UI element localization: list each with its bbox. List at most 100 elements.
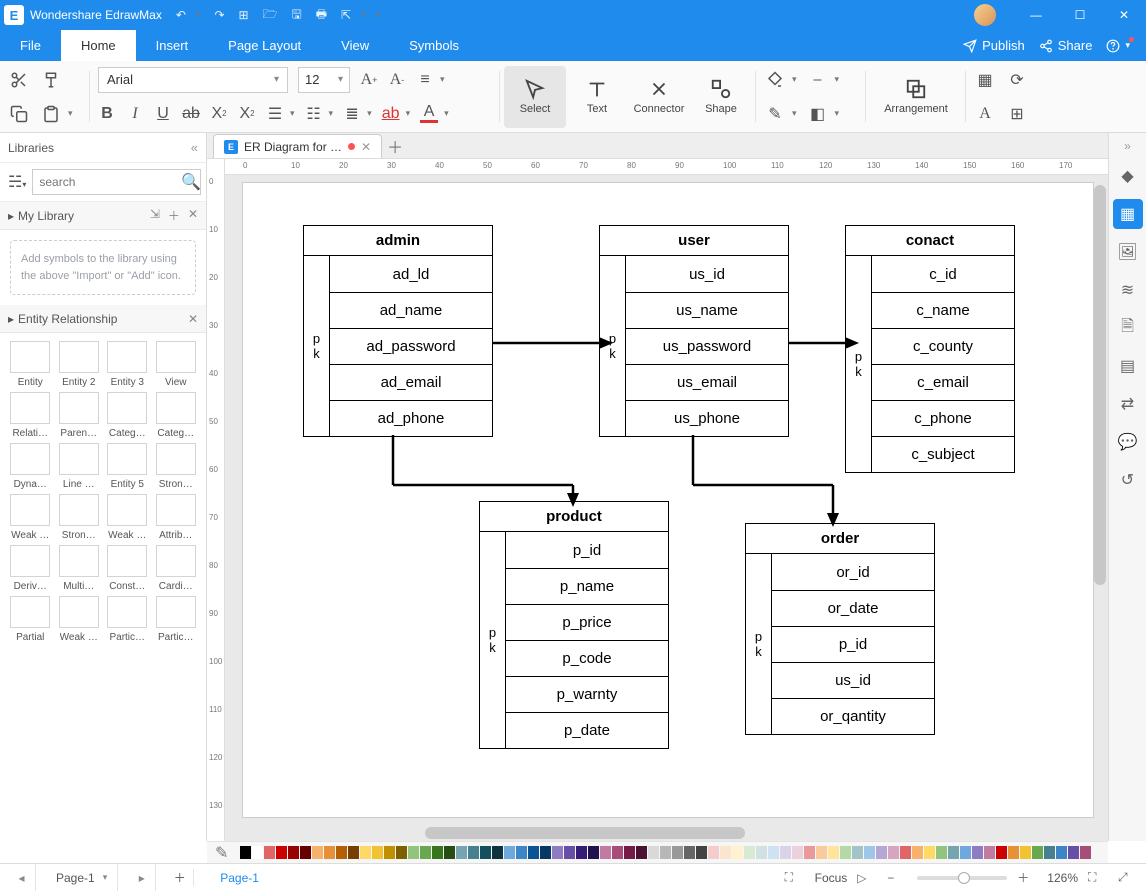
underline-icon[interactable]: U [154,105,172,123]
page-dropdown[interactable]: Page-1▾ [46,864,118,891]
pen-dd[interactable]: ▾ [792,108,797,119]
search-input[interactable] [32,169,201,195]
document-tab[interactable]: E ER Diagram for … ✕ [213,134,382,158]
publish-button[interactable]: Publish [963,38,1025,53]
color-swatch[interactable] [648,846,659,859]
color-swatch[interactable] [636,846,647,859]
decrease-font-icon[interactable]: A- [388,71,406,89]
color-swatch[interactable] [396,846,407,859]
shape-item[interactable]: Categ… [105,392,150,439]
color-swatch[interactable] [1020,846,1031,859]
line-spacing-icon[interactable]: ☰ [266,105,284,123]
user-avatar[interactable] [974,4,996,26]
color-swatch[interactable] [876,846,887,859]
color-swatch[interactable] [900,846,911,859]
color-swatch[interactable] [1056,846,1067,859]
color-swatch[interactable] [468,846,479,859]
zoom-value[interactable]: 126% [1047,871,1078,885]
sh-dd[interactable]: ▾ [835,108,840,119]
canvas[interactable]: admin pk ad_ld ad_name ad_password ad_em… [225,175,1108,841]
add-tab-button[interactable]: ＋ [384,134,406,158]
comments-icon[interactable]: 💬 [1113,427,1143,457]
style-panel-icon[interactable]: ◆ [1113,161,1143,191]
focus-label[interactable]: Focus [815,871,848,885]
search-icon[interactable]: 🔍 [181,172,199,192]
color-swatch[interactable] [960,846,971,859]
eyedropper-icon[interactable]: ✎ [215,843,233,863]
color-swatch[interactable] [624,846,635,859]
color-swatch[interactable] [372,846,383,859]
align-dropdown[interactable]: ▾ [440,74,445,85]
cut-icon[interactable] [8,69,30,91]
color-swatch[interactable] [732,846,743,859]
add-symbol-icon[interactable]: ＋ [168,207,180,224]
color-swatch[interactable] [696,846,707,859]
ls-dd[interactable]: ▾ [290,108,295,119]
fullscreen-icon[interactable]: ⤢ [1118,870,1138,885]
italic-icon[interactable]: I [126,105,144,123]
group-shapes-icon[interactable]: ▦ [974,69,996,91]
shape-item[interactable]: View [154,341,199,388]
color-swatch[interactable] [552,846,563,859]
color-swatch[interactable] [360,846,371,859]
color-swatch[interactable] [912,846,923,859]
color-swatch[interactable] [456,846,467,859]
focus-mode-icon[interactable]: ⛶ [785,870,805,885]
color-swatch[interactable] [300,846,311,859]
format-painter-icon[interactable] [40,69,62,91]
color-swatch[interactable] [420,846,431,859]
color-swatch[interactable] [576,846,587,859]
shape-item[interactable]: Const… [105,545,150,592]
color-swatch[interactable] [672,846,683,859]
color-swatch[interactable] [336,846,347,859]
history-icon[interactable]: ↺ [1113,465,1143,495]
undo-icon[interactable]: ↶ [176,8,186,22]
close-er-icon[interactable]: ✕ [188,312,198,326]
color-swatch[interactable] [1032,846,1043,859]
color-swatch[interactable] [480,846,491,859]
color-swatch[interactable] [852,846,863,859]
color-swatch[interactable] [828,846,839,859]
shape-item[interactable]: Line … [57,443,102,490]
color-swatch[interactable] [708,846,719,859]
add-page-button[interactable]: ＋ [166,869,194,886]
color-swatch[interactable] [780,846,791,859]
arrow-admin-product[interactable] [383,435,583,515]
print-icon[interactable]: 🖶 [316,5,327,26]
shape-item[interactable]: Entity 5 [105,443,150,490]
fit-page-icon[interactable]: ⛶ [1088,870,1108,885]
color-swatch[interactable] [660,846,671,859]
color-swatch[interactable] [240,846,251,859]
shadow-icon[interactable]: ◧ [807,103,829,125]
color-swatch[interactable] [984,846,995,859]
color-swatch[interactable] [684,846,695,859]
fc-dd[interactable]: ▾ [444,108,449,119]
shape-tool[interactable]: Shape [690,66,752,128]
next-page-button[interactable]: ▸ [128,864,156,891]
bold-icon[interactable]: B [98,105,116,123]
color-swatch[interactable] [408,846,419,859]
save-icon[interactable]: 🖫 [291,5,301,26]
close-button[interactable]: ✕ [1102,0,1146,30]
shape-item[interactable]: Partic… [154,596,199,643]
shape-item[interactable]: Partic… [105,596,150,643]
shape-item[interactable]: Partial [8,596,53,643]
arrow-user-contact[interactable] [789,333,859,353]
rotate-icon[interactable]: ⟳ [1006,69,1028,91]
color-swatch[interactable] [1068,846,1079,859]
qat-more[interactable]: ▾ [376,10,381,21]
page[interactable]: admin pk ad_ld ad_name ad_password ad_em… [243,183,1093,817]
color-swatch[interactable] [768,846,779,859]
color-swatch[interactable] [804,846,815,859]
color-swatch[interactable] [1080,846,1091,859]
li-dd[interactable]: ▾ [367,108,372,119]
color-swatch[interactable] [1008,846,1019,859]
shape-item[interactable]: Weak … [105,494,150,541]
er-table-contact[interactable]: conact pk c_id c_name c_county c_email c… [845,225,1015,473]
color-swatch[interactable] [1044,846,1055,859]
open-icon[interactable]: 🗁 [263,5,278,26]
redo-icon[interactable]: ↷ [214,8,224,22]
table-panel-icon[interactable]: ▤ [1113,351,1143,381]
shape-item[interactable]: Categ… [154,392,199,439]
color-swatch[interactable] [252,846,263,859]
